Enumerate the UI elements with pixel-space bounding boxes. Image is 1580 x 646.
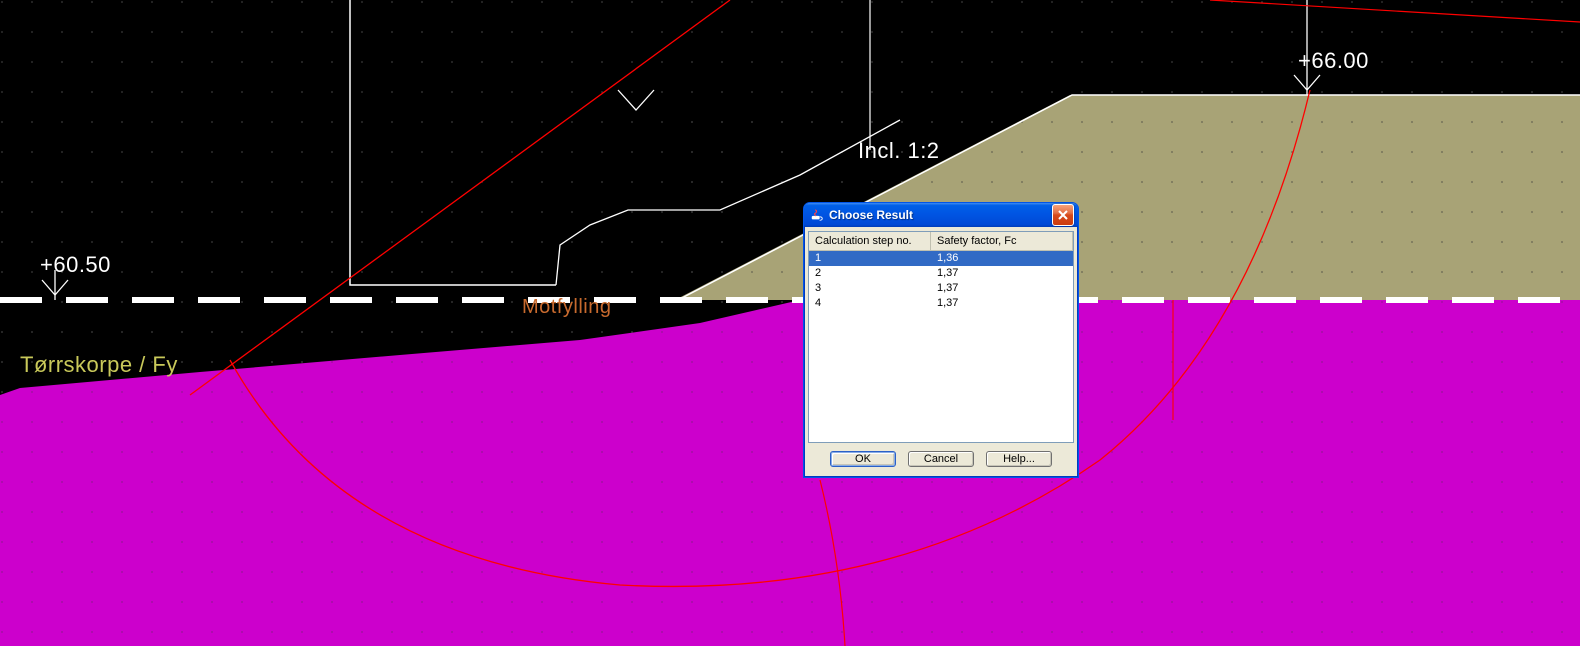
column-step-header[interactable]: Calculation step no. bbox=[809, 232, 931, 250]
cell-step: 4 bbox=[809, 296, 931, 311]
cell-step: 2 bbox=[809, 266, 931, 281]
fill-layer-label: Motfylling bbox=[522, 296, 611, 319]
ok-button[interactable]: OK bbox=[830, 451, 896, 467]
cell-fc: 1,37 bbox=[931, 296, 1073, 311]
dialog-title: Choose Result bbox=[829, 208, 1052, 222]
list-row[interactable]: 11,36 bbox=[809, 251, 1073, 266]
close-button[interactable] bbox=[1052, 204, 1074, 226]
result-list[interactable]: Calculation step no. Safety factor, Fc 1… bbox=[808, 231, 1074, 443]
cancel-button[interactable]: Cancel bbox=[908, 451, 974, 467]
cell-step: 3 bbox=[809, 281, 931, 296]
elevation-right-label: +66.00 bbox=[1298, 48, 1369, 74]
list-row[interactable]: 31,37 bbox=[809, 281, 1073, 296]
cell-fc: 1,37 bbox=[931, 281, 1073, 296]
dialog-titlebar[interactable]: Choose Result bbox=[804, 203, 1078, 227]
drawing-canvas[interactable]: +60.50 +66.00 Incl. 1:2 Motfylling Tørrs… bbox=[0, 0, 1580, 646]
list-row[interactable]: 41,37 bbox=[809, 296, 1073, 311]
list-row[interactable]: 21,37 bbox=[809, 266, 1073, 281]
help-button[interactable]: Help... bbox=[986, 451, 1052, 467]
bottom-layer-label: Tørrskorpe / Fy bbox=[20, 352, 178, 378]
list-header[interactable]: Calculation step no. Safety factor, Fc bbox=[809, 232, 1073, 251]
close-icon bbox=[1058, 210, 1068, 220]
cell-step: 1 bbox=[809, 251, 931, 266]
column-fc-header[interactable]: Safety factor, Fc bbox=[931, 232, 1073, 250]
cell-fc: 1,36 bbox=[931, 251, 1073, 266]
elevation-left-label: +60.50 bbox=[40, 252, 111, 278]
incline-label: Incl. 1:2 bbox=[858, 138, 940, 164]
choose-result-dialog: Choose Result Calculation step no. Safet… bbox=[803, 202, 1079, 478]
java-icon bbox=[810, 208, 824, 222]
cell-fc: 1,37 bbox=[931, 266, 1073, 281]
